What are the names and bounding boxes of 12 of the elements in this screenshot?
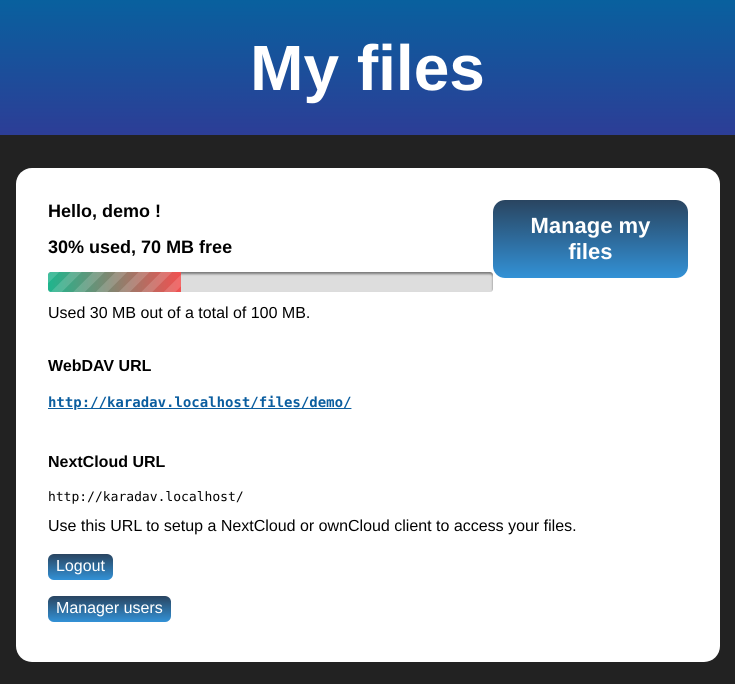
logout-button[interactable]: Logout <box>48 554 113 580</box>
manage-users-button[interactable]: Manager users <box>48 596 171 622</box>
section-heading: WebDAV URL <box>48 358 152 376</box>
greeting: Hello, demo ! <box>48 200 162 222</box>
usage-summary: 30% used, 70 MB free <box>48 236 234 258</box>
webdav-link[interactable]: http://karadav.localhost/files/demo/ <box>48 395 352 411</box>
usage-detail: Used 30 MB out of a total of 100 MB. <box>48 304 312 324</box>
nextcloud-url: http://karadav.localhost/ <box>48 490 245 505</box>
page-title: My files <box>250 30 485 104</box>
section-heading: NextCloud URL <box>48 454 166 472</box>
manage-files-button[interactable]: Manage my files <box>492 200 688 278</box>
nextcloud-note: Use this URL to setup a NextCloud or ownCloud client to access your files. <box>48 517 578 537</box>
